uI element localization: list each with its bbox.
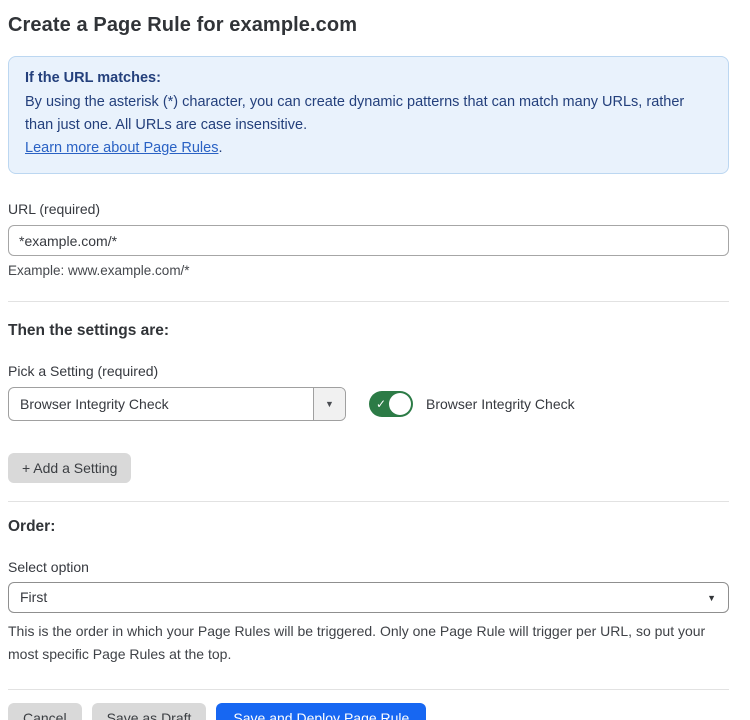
setting-dropdown-arrow-button[interactable]: ▼ [313, 388, 345, 420]
form-container: Create a Page Rule for example.com If th… [8, 14, 729, 720]
info-box-heading: If the URL matches: [25, 67, 712, 90]
setting-picker-label: Pick a Setting (required) [8, 363, 729, 379]
settings-section-heading: Then the settings are: [8, 322, 729, 340]
order-select-label: Select option [8, 559, 729, 575]
info-box-link-line: Learn more about Page Rules. [25, 137, 712, 160]
add-setting-button[interactable]: + Add a Setting [8, 453, 131, 483]
chevron-down-icon: ▼ [325, 400, 334, 409]
chevron-down-icon: ▼ [707, 593, 716, 603]
url-match-info-box: If the URL matches: By using the asteris… [8, 56, 729, 174]
learn-more-link[interactable]: Learn more about Page Rules [25, 140, 218, 156]
footer-actions: Cancel Save as Draft Save and Deploy Pag… [8, 703, 729, 720]
setting-row: Browser Integrity Check ▼ ✓ Browser Inte… [8, 387, 729, 421]
divider [8, 301, 729, 302]
url-field-label: URL (required) [8, 201, 729, 217]
divider [8, 689, 729, 690]
save-and-deploy-button[interactable]: Save and Deploy Page Rule [216, 703, 426, 720]
divider [8, 501, 729, 502]
check-icon: ✓ [376, 398, 386, 410]
setting-dropdown[interactable]: Browser Integrity Check ▼ [8, 387, 346, 421]
order-helper-text: This is the order in which your Page Rul… [8, 620, 720, 665]
url-input[interactable] [8, 225, 729, 256]
page-rule-form: Create a Page Rule for example.com If th… [0, 0, 750, 720]
order-select[interactable]: First ▼ [8, 582, 729, 613]
page-title: Create a Page Rule for example.com [8, 14, 729, 37]
browser-integrity-toggle[interactable]: ✓ [369, 391, 413, 417]
order-select-value: First [9, 583, 728, 612]
setting-dropdown-value: Browser Integrity Check [9, 388, 313, 420]
url-example-helper: Example: www.example.com/* [8, 263, 729, 278]
link-period: . [218, 140, 222, 156]
info-box-body: By using the asterisk (*) character, you… [25, 91, 712, 137]
order-section-heading: Order: [8, 518, 729, 536]
toggle-knob [389, 393, 411, 415]
save-as-draft-button[interactable]: Save as Draft [92, 703, 207, 720]
cancel-button[interactable]: Cancel [8, 703, 82, 720]
toggle-label: Browser Integrity Check [426, 396, 575, 412]
